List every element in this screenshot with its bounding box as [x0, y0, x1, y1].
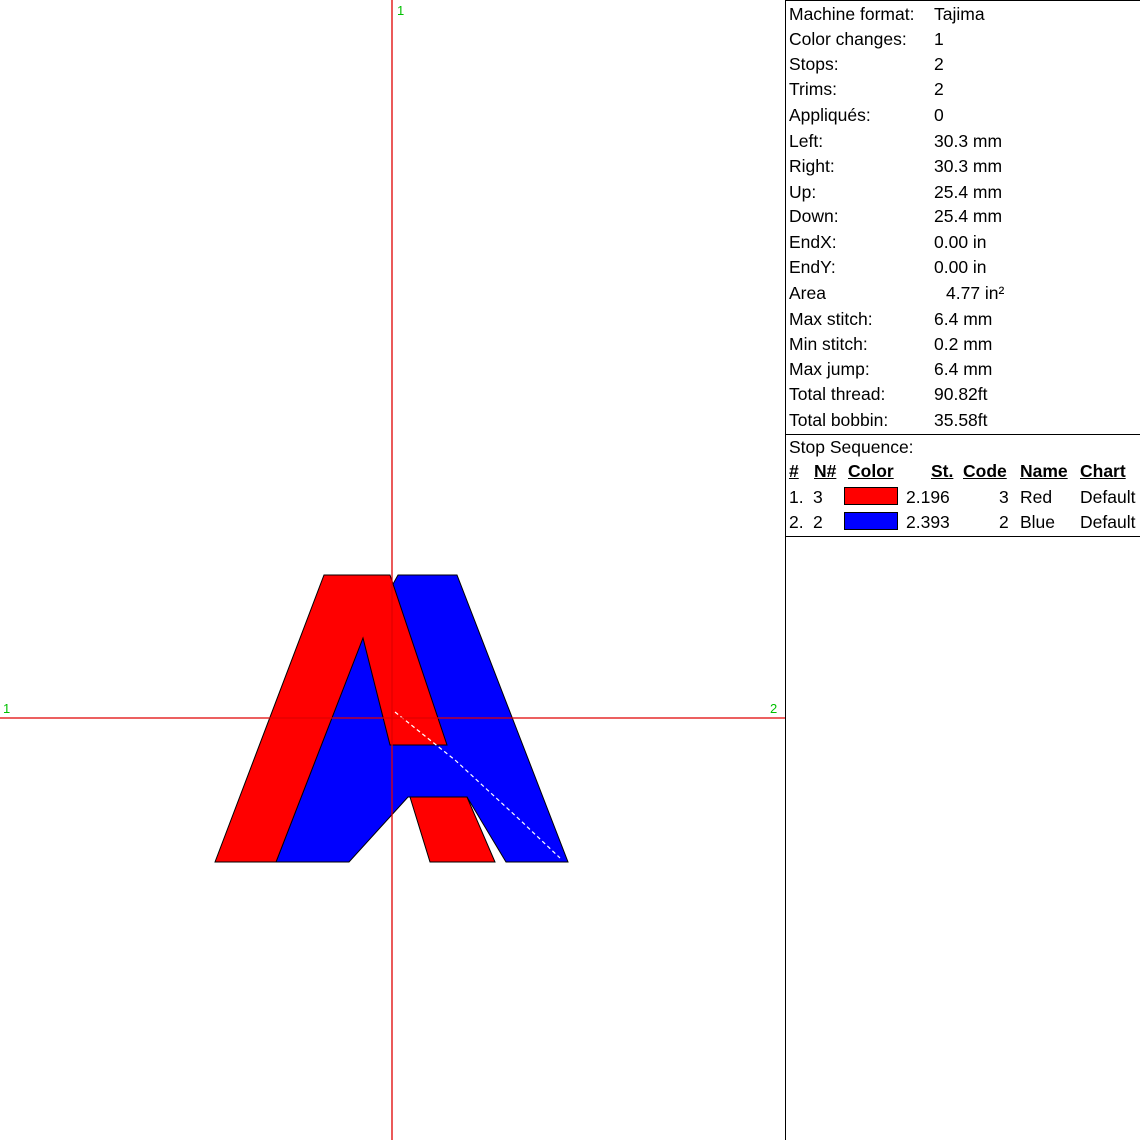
row-1-n: 3: [813, 487, 823, 507]
col-header-name: Name: [1020, 461, 1068, 481]
col-header-num: #: [789, 461, 799, 481]
col-header-chart: Chart: [1080, 461, 1126, 481]
axis-marker-right: 2: [770, 701, 777, 716]
design-canvas: 1 1 2: [0, 0, 785, 1140]
stop-sequence-title: Stop Sequence:: [789, 437, 914, 457]
row-2-chart: Default: [1080, 512, 1136, 532]
row-2-n: 2: [813, 512, 823, 532]
row-1-name: Red: [1020, 487, 1053, 507]
row-2-st: 2.393: [906, 512, 950, 532]
row-2-code: 2: [999, 512, 1009, 532]
col-header-n: N#: [814, 461, 837, 481]
row-2-name: Blue: [1020, 512, 1056, 532]
col-header-code: Code: [963, 461, 1007, 481]
row-1-code: 3: [999, 487, 1009, 507]
col-header-st: St.: [931, 461, 954, 481]
row-1-num: 1.: [789, 487, 804, 507]
row-1-chart: Default: [1080, 487, 1136, 507]
axis-marker-top: 1: [397, 3, 404, 18]
col-header-color: Color: [848, 461, 894, 481]
divider: [786, 536, 1140, 537]
row-2-num: 2.: [789, 512, 804, 532]
row-1-st: 2.196: [906, 487, 950, 507]
divider: [786, 434, 1140, 435]
design-preview[interactable]: 1 1 2: [0, 0, 785, 1140]
design-info-panel: Machine format: Tajima Color changes: 1 St…: [785, 0, 1140, 1140]
axis-marker-left: 1: [3, 701, 10, 716]
row-2-color-swatch[interactable]: [844, 512, 898, 530]
row-1-color-swatch[interactable]: [844, 487, 898, 505]
